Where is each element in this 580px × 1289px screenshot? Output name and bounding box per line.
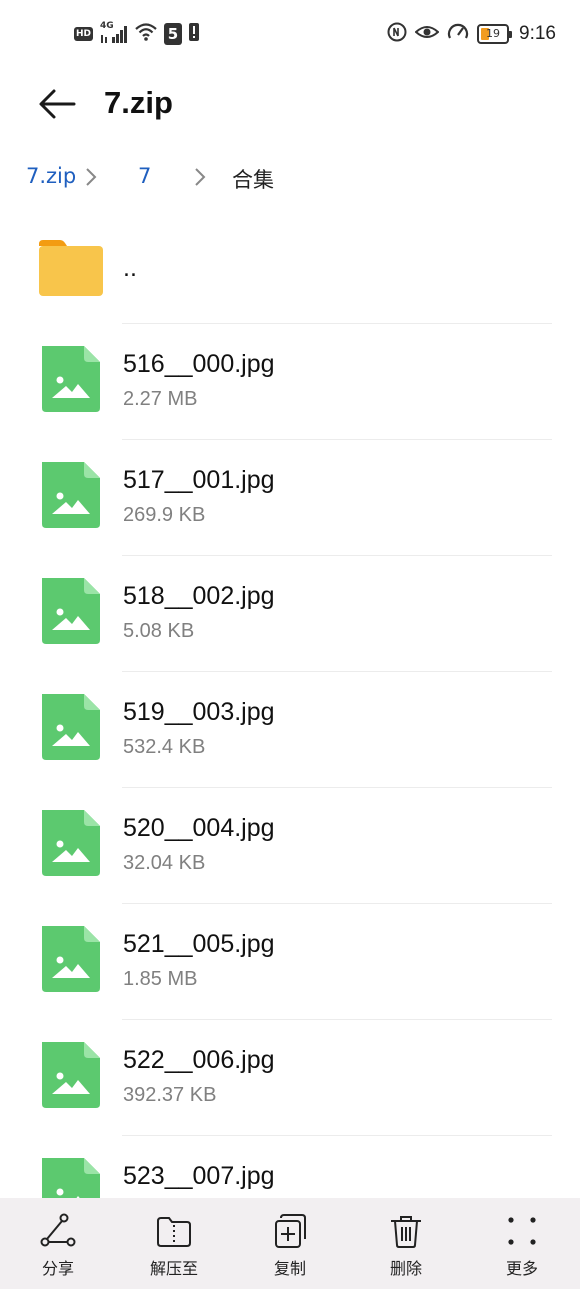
image-file-icon xyxy=(42,810,100,876)
bottom-toolbar: 分享 解压至 复制 删除 更多 xyxy=(0,1198,580,1289)
status-right: 19 9:16 xyxy=(387,22,556,46)
file-name: 522__006.jpg xyxy=(123,1046,275,1074)
file-manager-screen: HD 4G 5 19 9:16 7.zip 7.zip 7 合集 .. 516_… xyxy=(0,0,580,1289)
back-arrow-icon xyxy=(39,89,76,119)
file-size: 532.4 KB xyxy=(123,736,206,758)
page-title: 7.zip xyxy=(104,85,173,120)
file-name: 523__007.jpg xyxy=(123,1162,275,1190)
breadcrumb-item-folder[interactable]: 7 xyxy=(138,164,151,188)
breadcrumb-item-zip[interactable]: 7.zip xyxy=(26,164,76,188)
status-time: 9:16 xyxy=(519,23,556,44)
file-size: 269.9 KB xyxy=(123,504,206,526)
signal-icon: 4G xyxy=(100,22,128,44)
file-size: 392.37 KB xyxy=(123,1084,217,1106)
list-item[interactable]: 519__003.jpg 532.4 KB xyxy=(0,672,580,788)
image-file-icon xyxy=(42,926,100,992)
chevron-right-icon xyxy=(86,168,97,186)
speed-icon xyxy=(447,22,469,46)
alert-icon xyxy=(189,22,200,46)
status-left: HD 4G 5 xyxy=(74,22,200,46)
wifi-icon xyxy=(135,22,157,46)
image-file-icon xyxy=(42,462,100,528)
image-file-icon xyxy=(42,578,100,644)
back-button[interactable] xyxy=(36,82,80,126)
file-name: 521__005.jpg xyxy=(123,930,275,958)
more-label: 更多 xyxy=(505,1259,538,1278)
copy-label: 复制 xyxy=(273,1259,306,1278)
list-item[interactable]: 520__004.jpg 32.04 KB xyxy=(0,788,580,904)
battery-level: 19 xyxy=(486,27,501,40)
share-label: 分享 xyxy=(41,1259,74,1278)
file-size: 32.04 KB xyxy=(123,852,206,874)
folder-icon xyxy=(39,240,103,296)
trash-icon xyxy=(391,1216,421,1248)
list-item[interactable]: 521__005.jpg 1.85 MB xyxy=(0,904,580,1020)
list-item[interactable]: 517__001.jpg 269.9 KB xyxy=(0,440,580,556)
file-name: 517__001.jpg xyxy=(123,466,275,494)
list-item-parent-folder[interactable]: .. xyxy=(0,208,580,324)
image-file-icon xyxy=(42,346,100,412)
status-bar: HD 4G 5 19 9:16 xyxy=(0,0,580,70)
file-name: 519__003.jpg xyxy=(123,698,275,726)
extract-button[interactable]: 解压至 xyxy=(116,1198,232,1289)
hd-icon: HD xyxy=(74,27,94,41)
share-icon xyxy=(40,1213,76,1247)
eye-icon xyxy=(414,22,440,46)
image-file-icon xyxy=(42,694,100,760)
file-size: 5.08 KB xyxy=(123,620,195,642)
file-size: 2.27 MB xyxy=(123,388,198,410)
share-button[interactable]: 分享 xyxy=(0,1198,116,1289)
list-item[interactable]: 518__002.jpg 5.08 KB xyxy=(0,556,580,672)
breadcrumb: 7.zip 7 合集 xyxy=(0,156,580,200)
app-bar: 7.zip xyxy=(0,72,580,138)
list-item[interactable]: 522__006.jpg 392.37 KB xyxy=(0,1020,580,1136)
sim-icon: 5 xyxy=(164,23,183,45)
delete-label: 删除 xyxy=(389,1259,422,1278)
delete-button[interactable]: 删除 xyxy=(348,1198,464,1289)
breadcrumb-item-current: 合集 xyxy=(232,168,274,192)
image-file-icon xyxy=(42,1042,100,1108)
file-name: 516__000.jpg xyxy=(123,350,275,378)
chevron-right-icon xyxy=(195,168,206,186)
nfc-icon xyxy=(387,22,407,46)
list-item[interactable]: 516__000.jpg 2.27 MB xyxy=(0,324,580,440)
file-name: .. xyxy=(123,254,137,282)
copy-button[interactable]: 复制 xyxy=(232,1198,348,1289)
more-icon xyxy=(508,1217,536,1245)
file-name: 518__002.jpg xyxy=(123,582,275,610)
file-name: 520__004.jpg xyxy=(123,814,275,842)
extract-label: 解压至 xyxy=(149,1259,198,1278)
file-size: 1.85 MB xyxy=(123,968,198,990)
copy-icon xyxy=(275,1214,306,1248)
more-button[interactable]: 更多 xyxy=(464,1198,580,1289)
extract-icon xyxy=(157,1217,191,1247)
battery-icon: 19 xyxy=(477,24,513,44)
